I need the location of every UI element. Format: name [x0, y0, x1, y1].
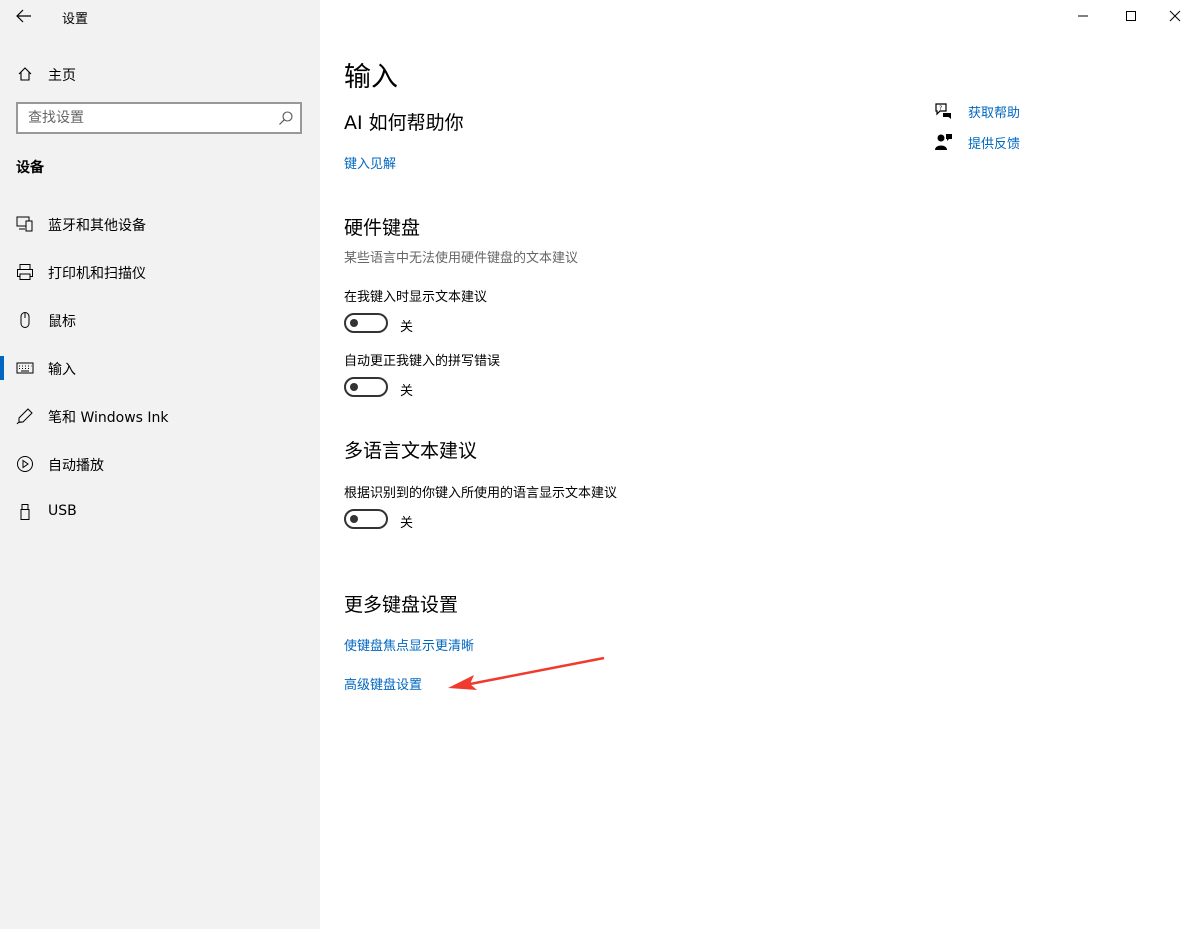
printer-icon: [16, 263, 34, 281]
feedback-link[interactable]: 提供反馈: [968, 133, 1020, 152]
pen-icon: [16, 407, 34, 425]
hardware-keyboard-description: 某些语言中无法使用硬件键盘的文本建议: [344, 251, 579, 266]
sidebar-item-typing[interactable]: 输入: [0, 350, 320, 386]
sidebar-item-label: 打印机和扫描仪: [48, 266, 146, 282]
toggle-state: 关: [400, 516, 414, 531]
bluetooth-devices-icon: [16, 215, 34, 233]
toggle-knob: [350, 383, 358, 391]
page-title: 输入: [344, 62, 398, 93]
keyboard-icon: [16, 359, 34, 377]
autoplay-icon: [16, 455, 34, 473]
hardware-keyboard-heading: 硬件键盘: [344, 217, 421, 239]
close-button[interactable]: [1152, 0, 1197, 32]
chat-help-icon: ?: [934, 101, 954, 121]
toggle-state: 关: [400, 320, 414, 335]
setting-label: 自动更正我键入的拼写错误: [344, 354, 501, 369]
text-suggestions-toggle[interactable]: [344, 313, 388, 333]
window-title: 设置: [62, 12, 89, 27]
sidebar-item-label: USB: [48, 503, 77, 519]
toggle-knob: [350, 515, 358, 523]
sidebar-item-label: 笔和 Windows Ink: [48, 410, 169, 426]
close-icon: [1169, 10, 1181, 22]
toggle-knob: [350, 319, 358, 327]
get-help-link[interactable]: 获取帮助: [968, 102, 1020, 121]
annotation-arrow: [448, 656, 605, 690]
minimize-icon: [1078, 15, 1088, 17]
sidebar-item-pen[interactable]: 笔和 Windows Ink: [0, 398, 320, 434]
active-indicator: [0, 356, 4, 380]
sidebar-item-home[interactable]: 主页: [0, 60, 320, 88]
home-icon: [16, 65, 34, 83]
sidebar-item-label: 主页: [48, 68, 76, 84]
sidebar-item-label: 蓝牙和其他设备: [48, 218, 146, 234]
sidebar-item-printers[interactable]: 打印机和扫描仪: [0, 254, 320, 290]
maximize-button[interactable]: [1108, 0, 1154, 32]
more-keyboard-heading: 更多键盘设置: [344, 594, 459, 616]
setting-label: 在我键入时显示文本建议: [344, 290, 488, 305]
advanced-keyboard-settings-link[interactable]: 高级键盘设置: [344, 674, 422, 693]
sidebar-item-label: 自动播放: [48, 458, 104, 474]
search-box: [16, 102, 302, 134]
search-icon[interactable]: [278, 110, 294, 126]
maximize-icon: [1126, 11, 1136, 21]
sidebar-item-mouse[interactable]: 鼠标: [0, 302, 320, 338]
sidebar-section-title: 设备: [16, 160, 44, 176]
mouse-icon: [16, 311, 34, 329]
setting-label: 根据识别到的你键入所使用的语言显示文本建议: [344, 486, 618, 501]
toggle-state: 关: [400, 384, 414, 399]
sidebar-item-label: 输入: [48, 362, 76, 378]
svg-text:?: ?: [939, 105, 942, 112]
usb-icon: [16, 503, 34, 521]
minimize-button[interactable]: [1060, 0, 1106, 32]
sidebar: 设置 主页 设备 蓝牙和其他设备: [0, 0, 320, 929]
typing-insights-link[interactable]: 键入见解: [344, 153, 396, 172]
back-button[interactable]: [10, 4, 38, 28]
search-input[interactable]: [18, 104, 278, 132]
feedback-icon: [934, 132, 954, 152]
back-arrow-icon: [16, 9, 31, 23]
multilingual-heading: 多语言文本建议: [344, 440, 478, 462]
sidebar-item-bluetooth[interactable]: 蓝牙和其他设备: [0, 206, 320, 242]
ai-section-heading: AI 如何帮助你: [344, 112, 464, 134]
autocorrect-toggle[interactable]: [344, 377, 388, 397]
sidebar-item-usb[interactable]: USB: [0, 494, 320, 530]
sidebar-item-label: 鼠标: [48, 314, 76, 330]
multilingual-suggestions-toggle[interactable]: [344, 509, 388, 529]
sidebar-item-autoplay[interactable]: 自动播放: [0, 446, 320, 482]
